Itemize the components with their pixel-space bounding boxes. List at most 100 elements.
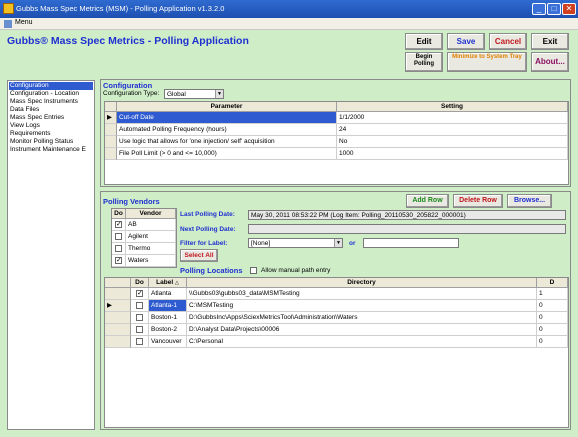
row-header[interactable]	[105, 148, 117, 160]
column-header-directory[interactable]: Directory	[187, 278, 537, 288]
edit-button[interactable]: Edit	[405, 33, 443, 50]
location-d[interactable]: 0	[537, 336, 568, 348]
location-checkbox[interactable]	[136, 338, 143, 345]
polling-panel: Polling Vendors Add Row Delete Row Brows…	[100, 191, 571, 430]
manual-entry-checkbox[interactable]	[250, 267, 257, 274]
column-header-parameter[interactable]: Parameter	[117, 102, 337, 112]
filter-label-select[interactable]: [None] ▼	[248, 238, 343, 248]
column-header-label[interactable]: Label △	[149, 278, 187, 288]
location-label[interactable]: Atlanta	[149, 288, 187, 300]
delete-row-button[interactable]: Delete Row	[453, 194, 503, 208]
location-checkbox[interactable]	[136, 326, 143, 333]
vendor-checkbox[interactable]	[115, 233, 122, 240]
configuration-type-select[interactable]: Global ▼	[164, 89, 224, 99]
row-header[interactable]	[105, 136, 117, 148]
save-button[interactable]: Save	[447, 33, 485, 50]
location-do-cell	[131, 300, 149, 312]
app-title: Gubbs® Mass Spec Metrics - Polling Appli…	[7, 35, 249, 47]
config-row-setting[interactable]: 1000	[337, 148, 568, 160]
minimize-to-tray-button[interactable]: Minimize to System Tray	[447, 52, 527, 72]
location-label[interactable]: Boston-2	[149, 324, 187, 336]
nav-item-requirements[interactable]: Requirements	[10, 130, 50, 138]
nav-item-mass-spec-instruments[interactable]: Mass Spec Instruments	[10, 98, 78, 106]
vendor-name[interactable]: Agilent	[126, 231, 176, 243]
location-directory[interactable]: D:\Analyst Data\Projects\00006	[187, 324, 537, 336]
menu-bar: Menu	[0, 18, 578, 30]
nav-item-data-files[interactable]: Data Files	[10, 106, 39, 114]
location-label[interactable]: Atlanta-1	[149, 300, 187, 312]
menu-icon	[4, 20, 12, 28]
config-row-setting[interactable]: 24	[337, 124, 568, 136]
row-header[interactable]	[105, 312, 131, 324]
minimize-window-button[interactable]: _	[532, 3, 546, 15]
vendor-do-cell: ✓	[112, 219, 126, 231]
location-directory[interactable]: C:\Personal	[187, 336, 537, 348]
cancel-button[interactable]: Cancel	[489, 33, 527, 50]
vendor-name[interactable]: Thermo	[126, 243, 176, 255]
maximize-window-button[interactable]: □	[547, 3, 561, 15]
location-directory[interactable]: \\Gubbs03\gubbs03_data\MSMTesting	[187, 288, 537, 300]
location-d[interactable]: 1	[537, 288, 568, 300]
add-row-button[interactable]: Add Row	[406, 194, 449, 208]
about-button[interactable]: About...	[531, 52, 569, 72]
location-directory[interactable]: D:\GubbsInc\Apps\SciexMetricsTool\Admini…	[187, 312, 537, 324]
nav-item-monitor-polling-status[interactable]: Monitor Polling Status	[10, 138, 73, 146]
location-label[interactable]: Vancouver	[149, 336, 187, 348]
vendor-checkbox[interactable]: ✓	[115, 257, 122, 264]
location-do-cell	[131, 336, 149, 348]
app-icon	[3, 3, 14, 14]
row-header[interactable]	[105, 124, 117, 136]
config-row-parameter[interactable]: Automated Polling Frequency (hours)	[117, 124, 337, 136]
browse-button[interactable]: Browse...	[507, 194, 552, 208]
config-row-setting[interactable]: 1/1/2000	[337, 112, 568, 124]
location-d[interactable]: 0	[537, 324, 568, 336]
window-title: Gubbs Mass Spec Metrics (MSM) - Polling …	[16, 4, 225, 13]
vendor-do-cell: ✓	[112, 255, 126, 267]
config-row-setting[interactable]: No	[337, 136, 568, 148]
location-checkbox[interactable]	[136, 302, 143, 309]
chevron-down-icon: ▼	[334, 239, 342, 247]
nav-item-instrument-maintenance[interactable]: Instrument Maintenance E	[10, 146, 86, 154]
vendor-name[interactable]: AB	[126, 219, 176, 231]
row-header[interactable]	[105, 288, 131, 300]
current-row-marker: ▶	[105, 300, 131, 312]
location-do-cell	[131, 312, 149, 324]
configuration-type-label: Configuration Type:	[103, 90, 160, 97]
vendor-checkbox[interactable]: ✓	[115, 221, 122, 228]
select-all-button[interactable]: Select All	[180, 249, 218, 262]
nav-item-configuration-location[interactable]: Configuration - Location	[10, 90, 79, 98]
column-header-do[interactable]: Do	[131, 278, 149, 288]
location-directory[interactable]: C:\MSMTesting	[187, 300, 537, 312]
nav-item-configuration[interactable]: Configuration	[9, 82, 93, 90]
config-row-parameter[interactable]: File Poll Limit (> 0 and <= 10,000)	[117, 148, 337, 160]
config-row-parameter[interactable]: Use logic that allows for 'one injection…	[117, 136, 337, 148]
vendor-checkbox[interactable]	[115, 245, 122, 252]
title-bar: Gubbs Mass Spec Metrics (MSM) - Polling …	[0, 0, 578, 18]
close-window-button[interactable]: ✕	[562, 3, 576, 15]
column-header-do[interactable]: Do	[112, 209, 126, 219]
manual-entry-label: Allow manual path entry	[261, 267, 331, 274]
column-header-setting[interactable]: Setting	[337, 102, 568, 112]
column-header-d[interactable]: D	[537, 278, 568, 288]
location-d[interactable]: 0	[537, 300, 568, 312]
begin-polling-button[interactable]: Begin Polling	[405, 52, 443, 72]
filter-text-input[interactable]	[363, 238, 459, 248]
vendor-do-cell	[112, 243, 126, 255]
location-checkbox[interactable]: ✓	[136, 290, 143, 297]
exit-button[interactable]: Exit	[531, 33, 569, 50]
location-checkbox[interactable]	[136, 314, 143, 321]
location-do-cell: ✓	[131, 288, 149, 300]
last-polling-label: Last Polling Date:	[180, 211, 235, 218]
nav-item-mass-spec-entries[interactable]: Mass Spec Entries	[10, 114, 64, 122]
config-row-parameter[interactable]: Cut-off Date	[117, 112, 337, 124]
nav-item-view-logs[interactable]: View Logs	[10, 122, 40, 130]
polling-vendors-title: Polling Vendors	[103, 197, 160, 206]
vendor-name[interactable]: Waters	[126, 255, 176, 267]
location-label[interactable]: Boston-1	[149, 312, 187, 324]
menu-item[interactable]: Menu	[15, 19, 33, 26]
polling-locations-title: Polling Locations	[180, 266, 243, 275]
location-d[interactable]: 0	[537, 312, 568, 324]
row-header[interactable]	[105, 336, 131, 348]
column-header-vendor[interactable]: Vendor	[126, 209, 176, 219]
row-header[interactable]	[105, 324, 131, 336]
